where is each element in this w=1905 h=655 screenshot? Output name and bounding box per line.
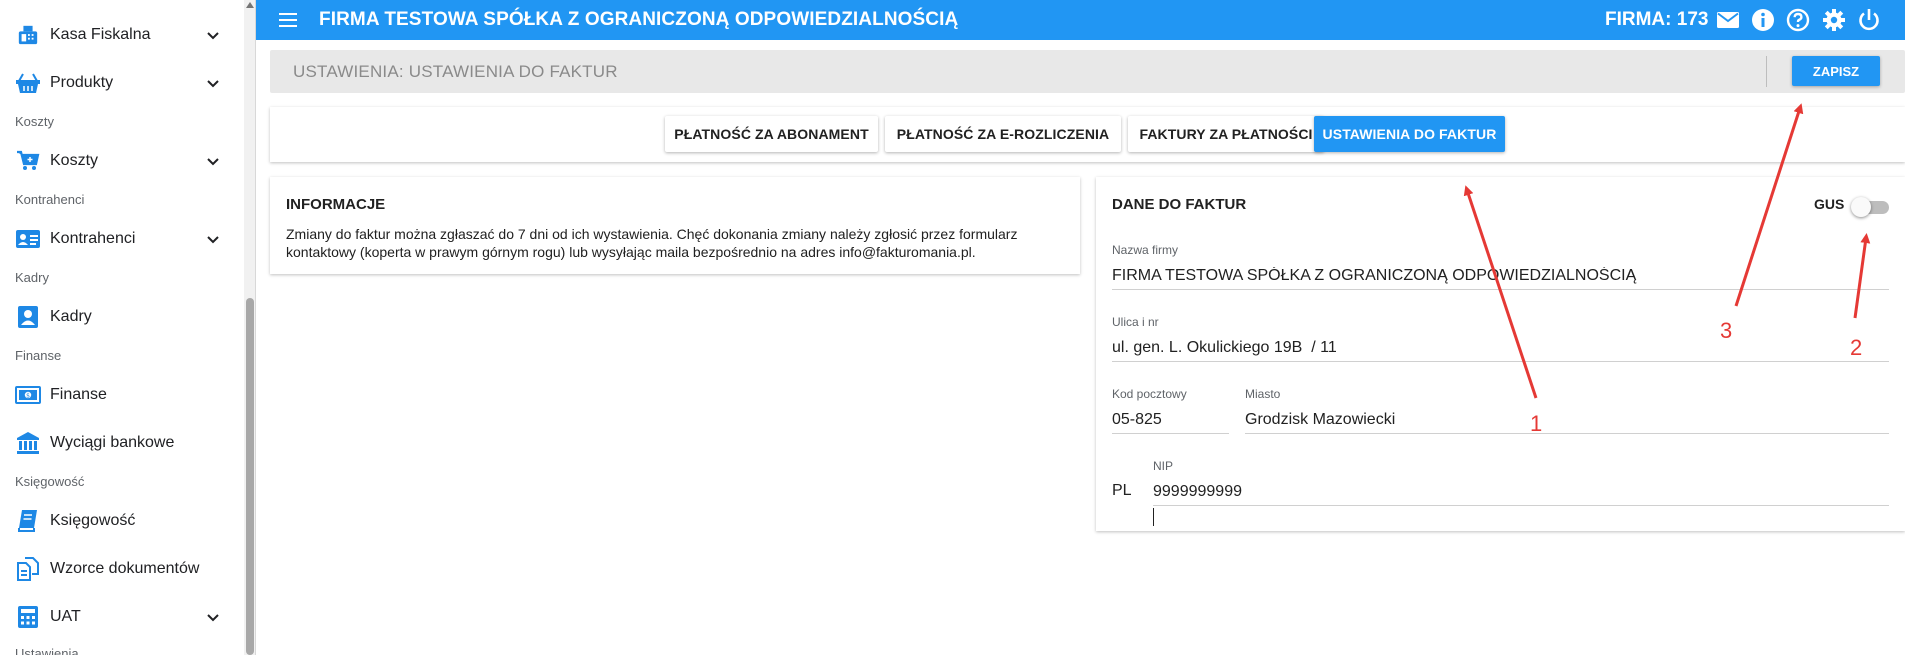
settings-header-bar: USTAWIENIA: USTAWIENIA DO FAKTUR ZAPISZ — [270, 50, 1905, 93]
nip-input[interactable] — [1153, 475, 1889, 506]
gus-toggle[interactable] — [1851, 196, 1889, 217]
svg-text:$: $ — [26, 392, 30, 399]
sidebar-item-wzorce-dokumentow[interactable]: Wzorce dokumentów — [0, 549, 240, 589]
chevron-down-icon[interactable] — [205, 609, 221, 625]
chevron-down-icon[interactable] — [205, 27, 221, 43]
annotation-label-1: 1 — [1530, 411, 1543, 436]
chevron-down-icon[interactable] — [205, 75, 221, 91]
chevron-down-icon[interactable] — [205, 153, 221, 169]
sidebar-item-label: Finanse — [50, 386, 107, 403]
menu-icon[interactable] — [278, 11, 298, 29]
info-card-title: INFORMACJE — [286, 196, 386, 213]
section-label-kadry: Kadry — [15, 270, 49, 285]
basket-icon — [15, 71, 41, 95]
calculator-icon — [15, 605, 41, 629]
save-button[interactable]: ZAPISZ — [1792, 56, 1880, 86]
postal-code-field: Kod pocztowy — [1112, 387, 1229, 434]
info-card-text: Zmiany do faktur można zgłaszać do 7 dni… — [286, 226, 1018, 260]
sidebar-item-produkty[interactable]: Produkty — [0, 63, 240, 103]
sidebar-item-label: Kasa Fiskalna — [50, 26, 151, 43]
annotation-label-3: 3 — [1720, 318, 1733, 343]
gus-label: GUS — [1814, 196, 1845, 212]
header-divider — [1766, 56, 1767, 87]
settings-icon[interactable] — [1822, 8, 1846, 32]
sidebar-item-finanse[interactable]: $ Finanse — [0, 375, 240, 415]
person-badge-icon — [15, 305, 41, 329]
sidebar-item-kontrahenci[interactable]: Kontrahenci — [0, 219, 240, 259]
nip-field: NIP — [1153, 459, 1889, 506]
sidebar-item-label: Wyciągi bankowe — [50, 434, 175, 451]
chevron-down-icon[interactable] — [205, 231, 221, 247]
company-name-input[interactable] — [1112, 259, 1889, 290]
tabs-card: PŁATNOŚĆ ZA ABONAMENT PŁATNOŚĆ ZA E-ROZL… — [270, 107, 1905, 162]
mail-icon[interactable] — [1716, 8, 1740, 32]
company-name-field: Nazwa firmy — [1112, 243, 1889, 290]
cart-icon — [15, 149, 41, 173]
sidebar-item-koszty[interactable]: Koszty — [0, 141, 240, 181]
section-label-ustawienia: Ustawienia — [15, 646, 79, 655]
sidebar-item-label: Kadry — [50, 308, 92, 325]
street-label: Ulica i nr — [1112, 315, 1159, 329]
section-label-kontrahenci: Kontrahenci — [15, 192, 85, 207]
nip-label: NIP — [1153, 459, 1174, 473]
tab-platnosc-za-e-rozliczenia[interactable]: PŁATNOŚĆ ZA E-ROZLICZENIA — [885, 116, 1121, 152]
power-icon[interactable] — [1857, 8, 1881, 32]
section-label-finanse: Finanse — [15, 348, 62, 363]
annotation-label-2: 2 — [1850, 335, 1863, 360]
top-app-bar: FIRMA TESTOWA SPÓŁKA Z OGRANICZONĄ ODPOW… — [256, 0, 1905, 40]
sidebar-item-label: Księgowość — [50, 512, 136, 529]
sidebar-item-wyciagi-bankowe[interactable]: Wyciągi bankowe — [0, 423, 240, 463]
scroll-up-arrow-icon[interactable] — [246, 2, 254, 8]
postal-code-label: Kod pocztowy — [1112, 387, 1187, 401]
info-icon[interactable] — [1751, 8, 1775, 32]
info-card: INFORMACJE Zmiany do faktur można zgłasz… — [270, 177, 1080, 274]
sidebar-item-label: Wzorce dokumentów — [50, 560, 200, 577]
section-label-koszty: Koszty — [15, 114, 55, 129]
sidebar-item-kadry[interactable]: Kadry — [0, 297, 240, 337]
sidebar-item-ksiegowosc[interactable]: Księgowość — [0, 501, 240, 541]
company-name-label: Nazwa firmy — [1112, 243, 1179, 257]
fax-icon — [15, 23, 41, 47]
section-label-ksiegowosc: Księgowość — [15, 474, 85, 489]
sidebar: Kasa Fiskalna Produkty Koszty Koszty Kon… — [0, 0, 256, 655]
page-title: USTAWIENIA: USTAWIENIA DO FAKTUR — [293, 62, 618, 81]
sidebar-scrollbar-thumb[interactable] — [246, 298, 254, 655]
bank-icon — [15, 431, 41, 455]
contacts-card-icon — [15, 227, 41, 251]
street-field: Ulica i nr — [1112, 315, 1889, 362]
firma-number: FIRMA: 173 — [1605, 9, 1709, 30]
sidebar-item-uat[interactable]: UAT — [0, 597, 240, 637]
book-icon — [15, 509, 41, 533]
tab-platnosc-za-abonament[interactable]: PŁATNOŚĆ ZA ABONAMENT — [665, 116, 878, 152]
city-label: Miasto — [1245, 387, 1281, 401]
nip-country-prefix: PL — [1112, 482, 1132, 499]
help-icon[interactable] — [1786, 8, 1810, 32]
documents-icon — [15, 557, 41, 581]
app-title: FIRMA TESTOWA SPÓŁKA Z OGRANICZONĄ ODPOW… — [319, 9, 959, 30]
city-input[interactable] — [1245, 403, 1889, 434]
tab-ustawienia-do-faktur[interactable]: USTAWIENIA DO FAKTUR — [1314, 116, 1505, 152]
banknote-icon: $ — [15, 383, 41, 407]
gus-toggle-knob — [1851, 197, 1871, 217]
invoice-data-card-title: DANE DO FAKTUR — [1112, 196, 1247, 213]
invoice-data-card: DANE DO FAKTUR GUS Nazwa firmy Ulica i n… — [1096, 177, 1905, 531]
sidebar-item-kasa-fiskalna[interactable]: Kasa Fiskalna — [0, 15, 240, 55]
street-input[interactable] — [1112, 331, 1889, 362]
postal-code-input[interactable] — [1112, 403, 1229, 434]
city-field: Miasto — [1245, 387, 1889, 434]
text-caret — [1153, 508, 1154, 526]
tab-faktury-za-platnosci[interactable]: FAKTURY ZA PŁATNOŚCI — [1128, 116, 1324, 152]
sidebar-item-label: Koszty — [50, 152, 99, 169]
sidebar-item-label: Produkty — [50, 74, 114, 91]
sidebar-item-label: UAT — [50, 608, 81, 625]
sidebar-item-label: Kontrahenci — [50, 230, 136, 247]
